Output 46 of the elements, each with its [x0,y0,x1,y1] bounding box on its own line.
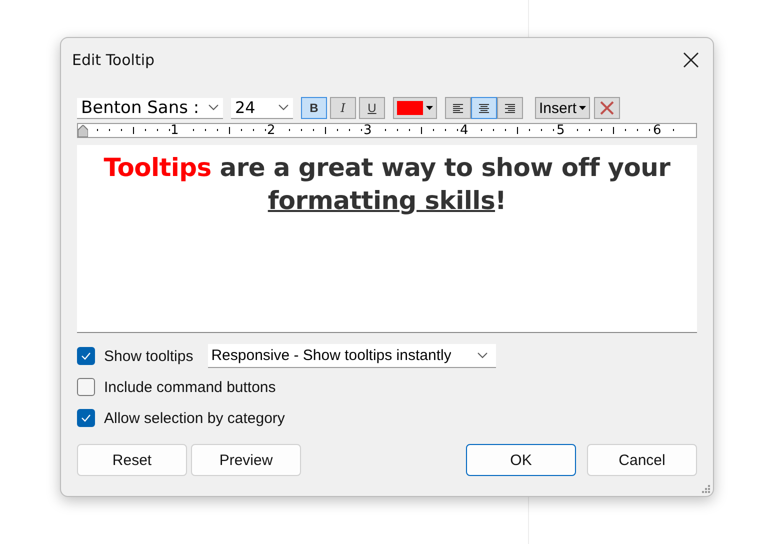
ruler-number: 2 [267,123,276,138]
clear-button[interactable] [594,97,620,119]
tooltip-text: Tooltips are a great way to show off your formatting skills! [102,152,672,217]
checkbox[interactable] [77,347,95,365]
align-button[interactable] [471,97,497,119]
dialog-button[interactable]: Cancel [587,444,697,476]
style-button[interactable]: B [301,97,327,119]
chevron-down-icon [477,352,488,359]
ruler-number: 1 [170,123,179,138]
dialog-button[interactable]: Preview [191,444,301,476]
ruler-number: 5 [556,123,565,138]
ok-button[interactable]: OK [466,444,576,476]
check-icon [81,352,91,360]
checkbox-label: Show tooltips [104,348,194,364]
checkbox-label: Allow selection by category [104,410,285,426]
font-select[interactable]: Benton Sans : [77,98,223,118]
align-center-icon [479,104,489,112]
ruler-number: 4 [460,123,468,138]
align-button[interactable] [445,97,471,119]
checkbox-label: Include command buttons [104,378,276,396]
indent-marker-icon[interactable] [78,125,88,137]
style-button[interactable]: I [330,97,356,119]
chevron-down-icon [278,104,289,111]
check-icon [81,414,91,422]
tooltip-mode-select[interactable]: Responsive - Show tooltips instantly [208,344,496,368]
insert-button[interactable]: Insert [535,97,590,119]
ruler-number: 3 [364,123,372,138]
checkbox[interactable] [77,409,95,427]
caret-icon [426,106,433,110]
close-icon [600,101,614,115]
caret-icon [578,106,586,110]
style-button[interactable]: U [359,97,385,119]
tooltip-editor[interactable]: Tooltips are a great way to show off your formatting skills! [77,145,697,333]
resize-grip-icon[interactable] [702,485,711,494]
align-right-icon [505,104,515,112]
close-button[interactable] [681,50,701,70]
size-select[interactable]: 24 [231,98,293,118]
close-icon [681,50,701,70]
chevron-down-icon [208,104,219,111]
align-button[interactable] [497,97,523,119]
align-left-icon [453,104,463,112]
checkbox[interactable] [77,378,95,396]
window-title: Edit Tooltip [72,51,155,69]
dialog-button[interactable]: Reset [77,444,187,476]
ruler-number: 6 [653,123,662,138]
text-color-button[interactable] [393,97,437,119]
